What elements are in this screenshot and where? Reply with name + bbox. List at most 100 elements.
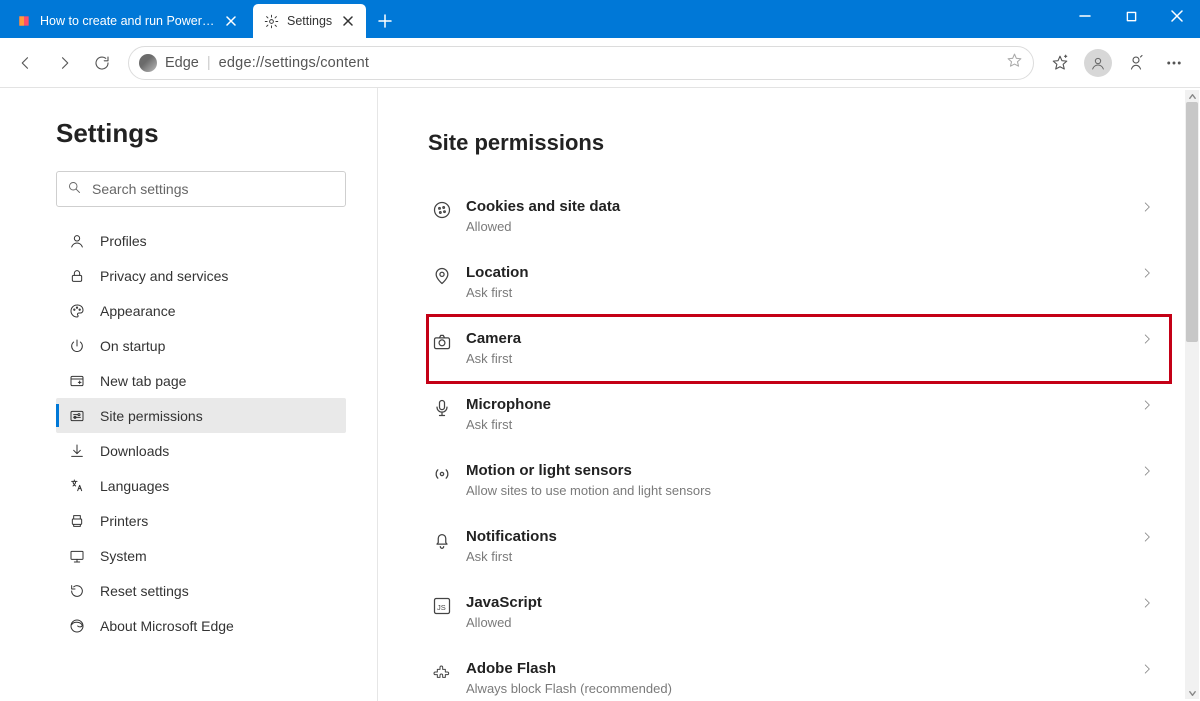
feedback-button[interactable] — [1118, 45, 1154, 81]
perm-title: Notifications — [466, 528, 1140, 545]
address-label: Edge — [165, 55, 199, 71]
profile-button[interactable] — [1080, 45, 1116, 81]
tab-settings[interactable]: Settings — [253, 4, 366, 38]
favorite-star-icon[interactable] — [1006, 52, 1023, 73]
perm-microphone[interactable]: Microphone Ask first — [428, 382, 1170, 448]
settings-page: Settings Search settings Profiles Privac… — [0, 88, 1200, 701]
more-menu-button[interactable] — [1156, 45, 1192, 81]
lock-icon — [68, 268, 86, 284]
nav-label: Reset settings — [100, 583, 189, 599]
vertical-scrollbar[interactable] — [1185, 90, 1199, 699]
nav-languages[interactable]: Languages — [56, 468, 346, 503]
svg-text:JS: JS — [437, 603, 446, 612]
browser-titlebar: How to create and run PowerShe… Settings — [0, 0, 1200, 38]
perm-title: Microphone — [466, 396, 1140, 413]
nav-reset[interactable]: Reset settings — [56, 573, 346, 608]
nav-label: System — [100, 548, 147, 564]
refresh-button[interactable] — [84, 45, 120, 81]
settings-sidebar: Settings Search settings Profiles Privac… — [0, 88, 378, 701]
tab-powershell[interactable]: How to create and run PowerShe… — [6, 4, 249, 38]
perm-title: JavaScript — [466, 594, 1140, 611]
puzzle-icon — [432, 660, 466, 682]
printer-icon — [68, 513, 86, 529]
gear-icon — [263, 13, 279, 29]
perm-notifications[interactable]: Notifications Ask first — [428, 514, 1170, 580]
motion-icon — [432, 462, 466, 484]
language-icon — [68, 478, 86, 494]
nav-label: Profiles — [100, 233, 147, 249]
perm-sub: Ask first — [466, 417, 1140, 432]
perm-title: Camera — [466, 330, 1140, 347]
window-controls — [1062, 0, 1200, 32]
scroll-down-icon[interactable] — [1185, 687, 1199, 699]
tab-title: Settings — [287, 14, 332, 28]
perm-cookies[interactable]: Cookies and site data Allowed — [428, 184, 1170, 250]
nav-downloads[interactable]: Downloads — [56, 433, 346, 468]
nav-about[interactable]: About Microsoft Edge — [56, 608, 346, 643]
settings-nav: Profiles Privacy and services Appearance… — [56, 223, 346, 643]
location-icon — [432, 264, 466, 286]
newtab-icon — [68, 373, 86, 389]
nav-label: Site permissions — [100, 408, 203, 424]
address-url: edge://settings/content — [219, 55, 998, 71]
search-placeholder: Search settings — [92, 181, 189, 197]
avatar-icon — [1084, 49, 1112, 77]
window-maximize-button[interactable] — [1108, 0, 1154, 32]
nav-label: Appearance — [100, 303, 176, 319]
bell-icon — [432, 528, 466, 550]
nav-system[interactable]: System — [56, 538, 346, 573]
address-bar[interactable]: Edge | edge://settings/content — [128, 46, 1034, 80]
perm-title: Motion or light sensors — [466, 462, 1140, 479]
nav-profiles[interactable]: Profiles — [56, 223, 346, 258]
window-close-button[interactable] — [1154, 0, 1200, 32]
download-icon — [68, 443, 86, 459]
perm-location[interactable]: Location Ask first — [428, 250, 1170, 316]
back-button[interactable] — [8, 45, 44, 81]
chevron-right-icon — [1140, 264, 1164, 285]
reset-icon — [68, 583, 86, 599]
perm-sub: Ask first — [466, 549, 1140, 564]
nav-label: Printers — [100, 513, 148, 529]
nav-site-permissions[interactable]: Site permissions — [56, 398, 346, 433]
perm-camera[interactable]: Camera Ask first — [428, 316, 1170, 382]
permissions-list: Cookies and site data Allowed Location A… — [428, 184, 1170, 701]
nav-appearance[interactable]: Appearance — [56, 293, 346, 328]
tab-close-button[interactable] — [340, 13, 356, 29]
camera-icon — [432, 330, 466, 352]
search-settings-input[interactable]: Search settings — [56, 171, 346, 207]
nav-startup[interactable]: On startup — [56, 328, 346, 363]
perm-sub: Ask first — [466, 351, 1140, 366]
microphone-icon — [432, 396, 466, 418]
perm-title: Location — [466, 264, 1140, 281]
edge-logo-icon — [139, 54, 157, 72]
perm-sub: Allowed — [466, 615, 1140, 630]
perm-sub: Allowed — [466, 219, 1140, 234]
perm-sub: Ask first — [466, 285, 1140, 300]
nav-printers[interactable]: Printers — [56, 503, 346, 538]
chevron-right-icon — [1140, 462, 1164, 483]
sliders-icon — [68, 408, 86, 424]
window-minimize-button[interactable] — [1062, 0, 1108, 32]
scroll-up-icon[interactable] — [1185, 90, 1199, 102]
scrollbar-thumb[interactable] — [1186, 102, 1198, 342]
javascript-icon: JS — [432, 594, 466, 616]
browser-toolbar: Edge | edge://settings/content — [0, 38, 1200, 88]
address-separator: | — [207, 55, 211, 71]
chevron-right-icon — [1140, 528, 1164, 549]
nav-new-tab[interactable]: New tab page — [56, 363, 346, 398]
forward-button[interactable] — [46, 45, 82, 81]
tab-close-button[interactable] — [223, 13, 239, 29]
favorites-button[interactable] — [1042, 45, 1078, 81]
nav-privacy[interactable]: Privacy and services — [56, 258, 346, 293]
new-tab-button[interactable] — [370, 6, 400, 36]
tab-title: How to create and run PowerShe… — [40, 14, 215, 28]
perm-javascript[interactable]: JS JavaScript Allowed — [428, 580, 1170, 646]
perm-motion[interactable]: Motion or light sensors Allow sites to u… — [428, 448, 1170, 514]
page-heading: Site permissions — [428, 130, 1170, 156]
chevron-right-icon — [1140, 396, 1164, 417]
perm-flash[interactable]: Adobe Flash Always block Flash (recommen… — [428, 646, 1170, 701]
cookie-icon — [432, 198, 466, 220]
person-icon — [68, 233, 86, 249]
perm-sub: Allow sites to use motion and light sens… — [466, 483, 1140, 498]
nav-label: Privacy and services — [100, 268, 228, 284]
